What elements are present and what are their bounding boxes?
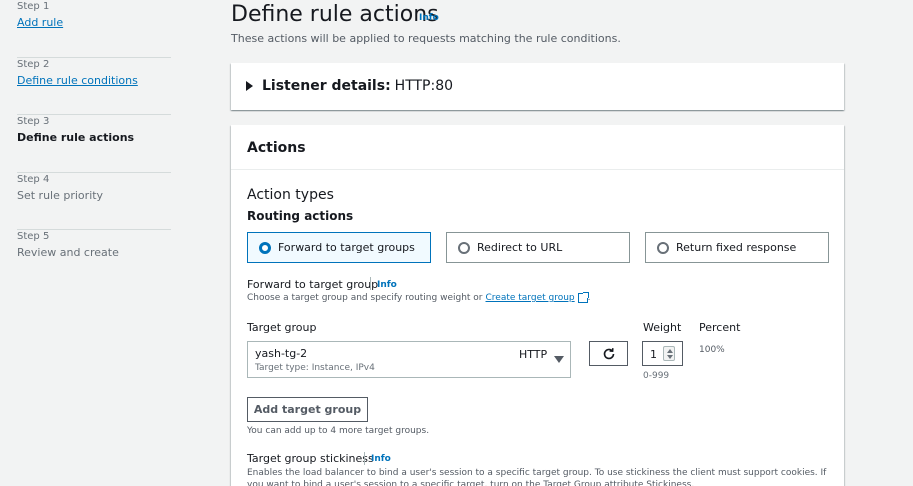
create-target-group-link[interactable]: Create target group — [486, 293, 575, 303]
wizard-steps: Step 1 Add rule Step 2 Define rule condi… — [17, 0, 171, 287]
step-number: Step 4 — [17, 174, 50, 185]
step-4: Step 4 Set rule priority — [17, 173, 171, 230]
info-separator — [364, 452, 365, 465]
add-target-group-button[interactable]: Add target group — [247, 397, 368, 422]
actions-header: Actions — [231, 125, 844, 170]
spinner-icon[interactable] — [663, 346, 675, 361]
stickiness-description: Enables the load balancer to bind a user… — [247, 468, 827, 486]
target-group-column-label: Target group — [247, 321, 317, 334]
radio-redirect-to-url[interactable]: Redirect to URL — [446, 232, 630, 263]
target-group-name: yash-tg-2 — [255, 347, 308, 360]
target-group-subtitle: Target type: Instance, IPv4 — [255, 363, 375, 373]
dropdown-caret-icon — [554, 356, 564, 363]
radio-selected-icon — [259, 241, 271, 254]
step-3: Step 3 Define rule actions — [17, 115, 171, 173]
step-number: Step 1 — [17, 1, 50, 12]
refresh-icon — [603, 347, 614, 359]
step-number: Step 3 — [17, 116, 50, 127]
forward-info-link[interactable]: Info — [377, 280, 397, 290]
radio-forward-to-target-groups[interactable]: Forward to target groups — [247, 232, 431, 263]
forward-target-group-label: Forward to target group — [247, 278, 379, 291]
stickiness-info-link[interactable]: Info — [371, 454, 391, 464]
add-target-group-hint: You can add up to 4 more target groups. — [247, 426, 430, 436]
step-number: Step 2 — [17, 59, 50, 70]
actions-title: Actions — [247, 140, 306, 156]
radio-icon — [657, 241, 669, 254]
listener-details-panel: Listener details: HTTP:80 — [231, 63, 844, 110]
forward-description-text: Choose a target group and specify routin… — [247, 293, 483, 303]
radio-label: Forward to target groups — [278, 241, 415, 254]
weight-value: 1 — [650, 348, 657, 361]
target-group-protocol: HTTP — [519, 348, 548, 361]
step-title: Review and create — [17, 246, 119, 259]
percent-value: 100% — [699, 345, 725, 355]
step-number: Step 5 — [17, 231, 50, 242]
step-link-define-rule-conditions[interactable]: Define rule conditions — [17, 74, 138, 87]
radio-label: Return fixed response — [676, 241, 797, 254]
target-group-select[interactable]: yash-tg-2 Target type: Instance, IPv4 HT… — [247, 341, 571, 378]
radio-return-fixed-response[interactable]: Return fixed response — [645, 232, 829, 263]
radio-label: Redirect to URL — [477, 241, 563, 254]
caret-right-icon — [246, 81, 253, 91]
step-1: Step 1 Add rule — [17, 0, 171, 58]
title-info-link[interactable]: Info — [419, 13, 439, 23]
radio-icon — [458, 241, 470, 254]
stickiness-label: Target group stickiness — [247, 452, 374, 465]
page-description: These actions will be applied to request… — [231, 32, 621, 45]
weight-hint: 0-999 — [643, 371, 670, 381]
step-link-add-rule[interactable]: Add rule — [17, 16, 63, 29]
info-separator — [370, 277, 371, 290]
routing-actions-label: Routing actions — [247, 209, 354, 223]
actions-panel: Actions Action types Routing actions For… — [231, 125, 844, 486]
percent-column-label: Percent — [699, 321, 741, 334]
external-link-icon — [577, 292, 589, 303]
weight-column-label: Weight — [643, 321, 682, 334]
forward-description: Choose a target group and specify routin… — [247, 292, 591, 303]
refresh-button[interactable] — [589, 341, 628, 366]
listener-details-toggle[interactable]: Listener details: HTTP:80 — [246, 78, 453, 94]
step-title-current: Define rule actions — [17, 131, 135, 144]
action-types-label: Action types — [247, 187, 334, 203]
step-5: Step 5 Review and create — [17, 230, 171, 287]
weight-input[interactable]: 1 — [642, 341, 683, 366]
listener-details-label: Listener details: — [262, 78, 391, 94]
page-title: Define rule actions — [231, 2, 439, 27]
step-title: Set rule priority — [17, 189, 104, 202]
step-2: Step 2 Define rule conditions — [17, 58, 171, 115]
listener-details-value: HTTP:80 — [394, 78, 454, 94]
